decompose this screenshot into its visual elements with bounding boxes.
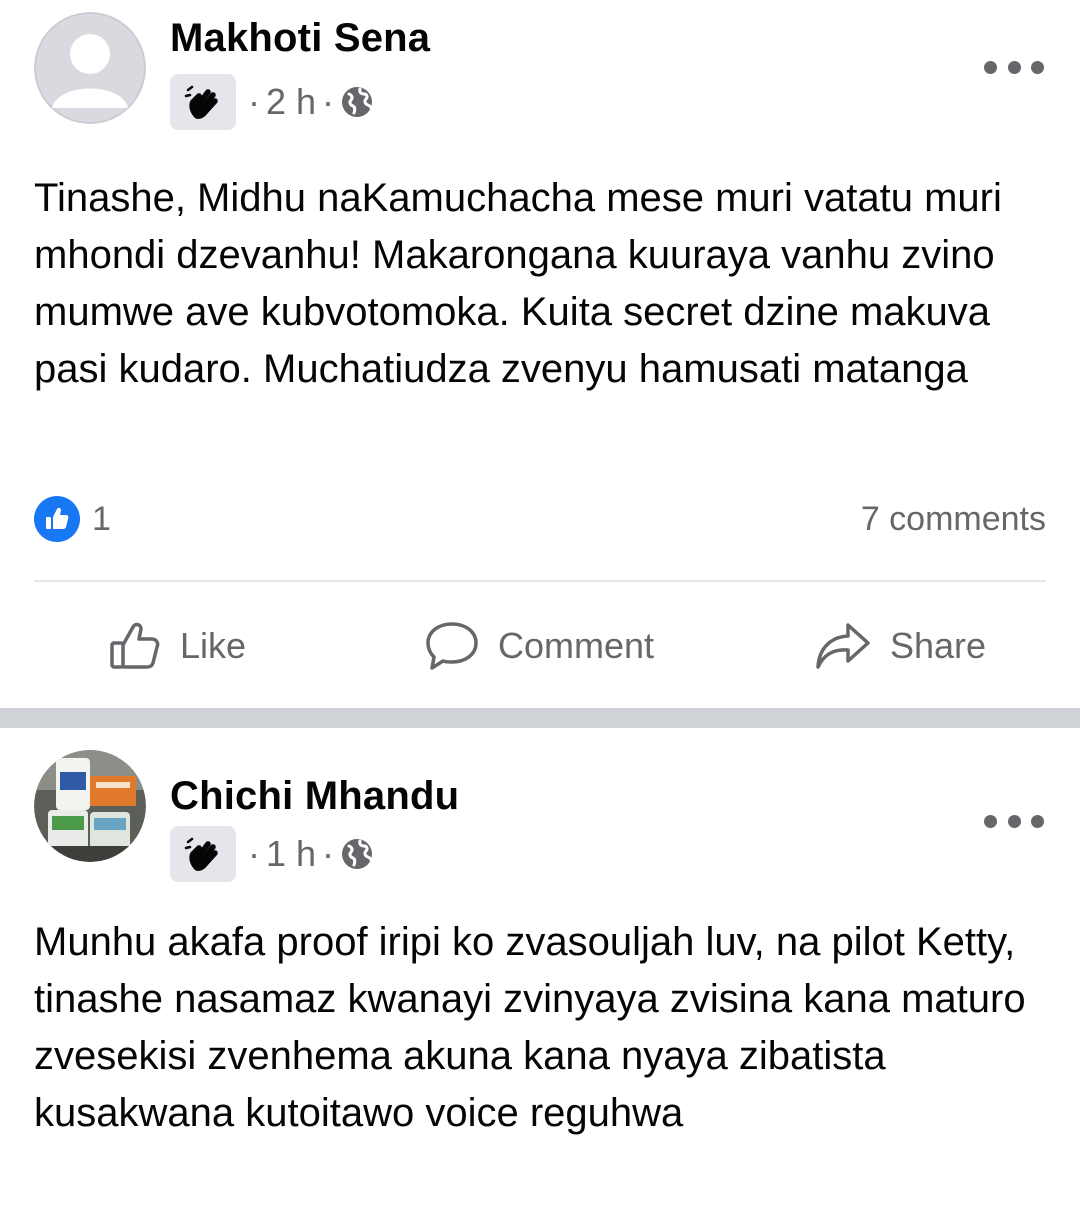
- meta-separator: ·: [248, 81, 260, 122]
- like-reaction-icon: [34, 496, 80, 542]
- post-card: Makhoti Sena · 2 h · Tinashe, Midhu naKa…: [0, 0, 1080, 708]
- meta-separator: ·: [248, 833, 260, 874]
- post-author-name[interactable]: Makhoti Sena: [170, 16, 430, 61]
- post-meta: · 2 h ·: [170, 74, 374, 130]
- share-arrow-icon: [816, 623, 870, 669]
- share-button[interactable]: Share: [814, 600, 986, 692]
- post-actions-bar: Like Comment Share: [0, 600, 1080, 692]
- post-timestamp[interactable]: 1 h: [266, 833, 316, 875]
- post-text: Tinashe, Midhu naKamuchacha mese muri va…: [34, 176, 1002, 391]
- meta-separator: ·: [322, 81, 335, 122]
- reaction-count: 1: [92, 499, 111, 538]
- more-options-icon[interactable]: [984, 806, 1044, 836]
- wave-icon[interactable]: [170, 74, 236, 130]
- globe-icon: [340, 837, 374, 871]
- like-button[interactable]: Like: [108, 600, 246, 692]
- more-options-icon[interactable]: [984, 52, 1044, 82]
- avatar[interactable]: [34, 750, 146, 862]
- globe-icon: [340, 85, 374, 119]
- comment-button[interactable]: Comment: [424, 600, 654, 692]
- share-label: Share: [890, 625, 987, 666]
- thumbs-up-icon: [110, 622, 160, 669]
- reaction-summary[interactable]: 1: [34, 496, 111, 542]
- post-text: Munhu akafa proof iripi ko zvasouljah lu…: [34, 920, 1026, 1135]
- comment-label: Comment: [498, 625, 655, 666]
- avatar[interactable]: [34, 12, 146, 124]
- divider: [34, 580, 1046, 582]
- comment-bubble-icon: [426, 622, 478, 670]
- post-timestamp[interactable]: 2 h: [266, 81, 316, 123]
- wave-icon[interactable]: [170, 826, 236, 882]
- meta-separator: ·: [322, 833, 335, 874]
- like-label: Like: [180, 625, 247, 666]
- feed-separator: [0, 708, 1080, 728]
- post-author-name[interactable]: Chichi Mhandu: [170, 774, 459, 819]
- default-avatar-icon: [34, 12, 146, 124]
- comments-count[interactable]: 7 comments: [861, 500, 1046, 539]
- post-meta: · 1 h ·: [170, 826, 374, 882]
- profile-photo-icon: [34, 750, 146, 862]
- post-card: Chichi Mhandu · 1 h · Munhu akafa proof …: [0, 728, 1080, 1216]
